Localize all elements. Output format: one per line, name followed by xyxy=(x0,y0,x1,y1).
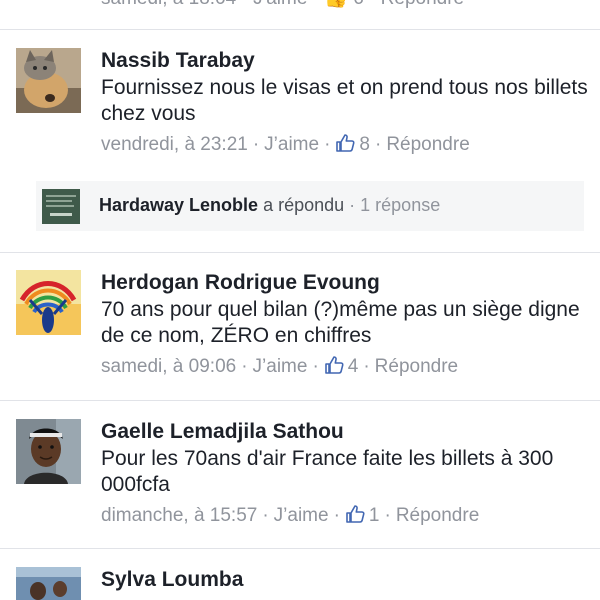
avatar[interactable] xyxy=(16,567,81,600)
reply-author[interactable]: Hardaway Lenoble xyxy=(99,195,258,215)
like-button[interactable]: J’aime xyxy=(264,134,319,155)
reply-button[interactable]: Répondre xyxy=(386,134,469,155)
thumbs-up-icon[interactable] xyxy=(345,504,365,524)
comment-author[interactable]: Herdogan Rodrigue Evoung xyxy=(101,270,590,296)
avatar xyxy=(42,189,80,224)
comment-text: 70 ans pour quel bilan (?)même pas un si… xyxy=(101,298,580,347)
like-count[interactable]: 4 xyxy=(348,356,359,377)
like-count[interactable]: 8 xyxy=(359,134,370,155)
reply-count[interactable]: 1 réponse xyxy=(360,195,440,215)
comment-text: Fournissez nous le visas et on prend tou… xyxy=(101,76,588,125)
comment-meta: samedi, à 09:06 · J’aime · 4 · Répondre xyxy=(101,355,459,377)
reply-summary[interactable]: Hardaway Lenoble a répondu · 1 réponse xyxy=(36,181,584,231)
like-button[interactable]: J’aime xyxy=(274,505,329,526)
divider xyxy=(0,400,600,401)
comment-meta: dimanche, à 15:57 · J’aime · 1 · Répondre xyxy=(101,504,480,526)
avatar[interactable] xyxy=(16,270,81,335)
divider xyxy=(0,252,600,253)
comment-author[interactable]: Sylva Loumba xyxy=(101,567,590,593)
thumbs-up-icon[interactable] xyxy=(324,355,344,375)
comment-time[interactable]: vendredi, à 23:21 xyxy=(101,134,248,155)
avatar[interactable] xyxy=(16,48,81,113)
like-button[interactable]: J’aime xyxy=(253,356,308,377)
like-count[interactable]: 1 xyxy=(369,505,380,526)
reply-summary-text: Hardaway Lenoble a répondu · 1 réponse xyxy=(99,195,441,215)
reply-action: a répondu xyxy=(263,195,345,215)
thumbs-up-icon[interactable] xyxy=(335,133,355,153)
comment-author[interactable]: Gaelle Lemadjila Sathou xyxy=(101,419,590,445)
comment-author[interactable]: Nassib Tarabay xyxy=(101,48,590,74)
previous-comment-meta: samedi, à 18:04 · J'aime · 👍 6 · Répondr… xyxy=(101,0,464,10)
divider xyxy=(0,29,600,30)
reply-button[interactable]: Répondre xyxy=(375,356,458,377)
comment-time[interactable]: samedi, à 09:06 xyxy=(101,356,236,377)
comment-text: Pour les 70ans d'air France faite les bi… xyxy=(101,447,554,496)
reply-button[interactable]: Répondre xyxy=(396,505,479,526)
divider xyxy=(0,548,600,549)
comment-time[interactable]: dimanche, à 15:57 xyxy=(101,505,257,526)
avatar[interactable] xyxy=(16,419,81,484)
comment-meta: vendredi, à 23:21 · J’aime · 8 · Répondre xyxy=(101,133,470,155)
